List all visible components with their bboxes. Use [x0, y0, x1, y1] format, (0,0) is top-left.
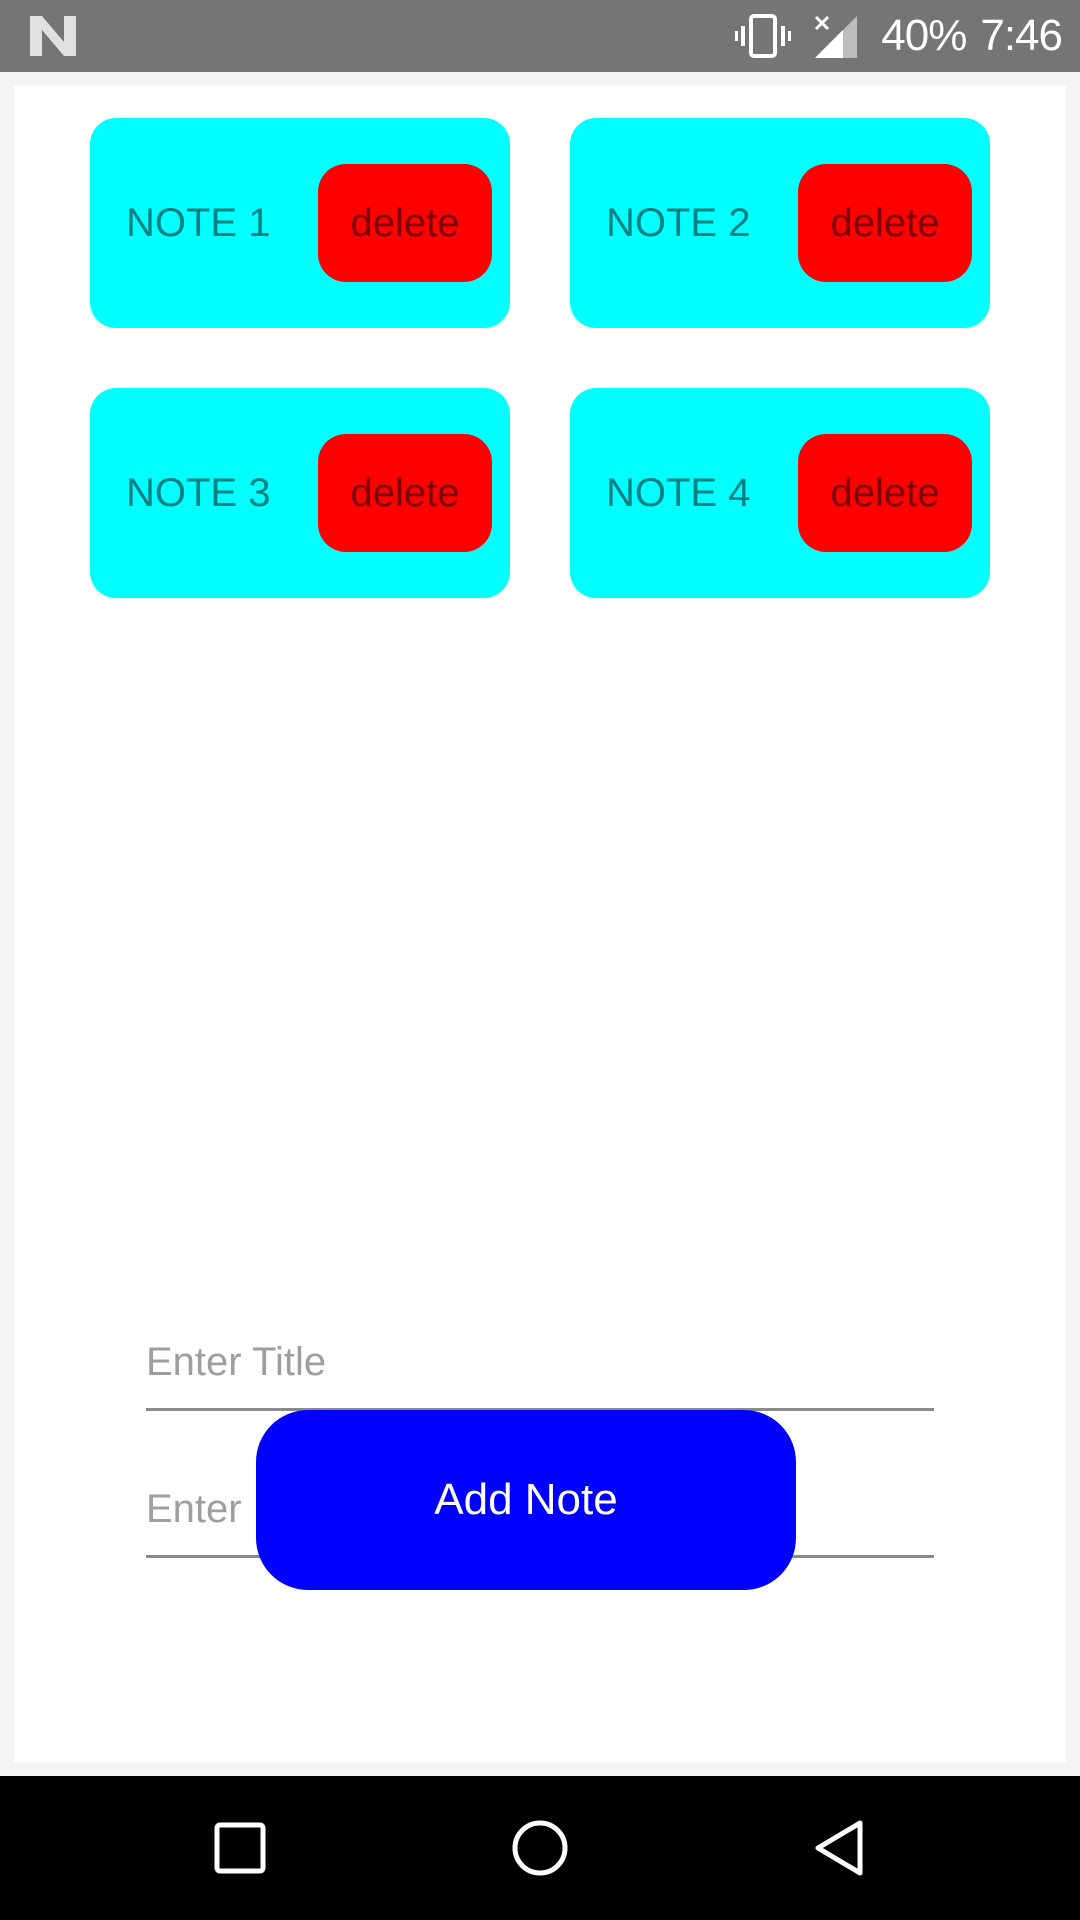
battery-percent: 40%	[881, 11, 967, 60]
note-title: NOTE 1	[126, 201, 271, 245]
title-input[interactable]	[146, 1322, 934, 1411]
navigation-bar	[0, 1776, 1080, 1920]
vibrate-icon	[735, 14, 792, 58]
back-icon[interactable]	[810, 1818, 870, 1878]
add-note-button[interactable]: Add Note	[256, 1410, 796, 1590]
delete-button[interactable]: delete	[318, 434, 492, 552]
note-card[interactable]: NOTE 1 delete	[90, 118, 510, 328]
status-icons: 40% 7:46	[735, 0, 1063, 72]
note-title: NOTE 3	[126, 471, 271, 515]
delete-button[interactable]: delete	[798, 164, 972, 282]
clock: 7:46	[980, 11, 1063, 60]
note-card[interactable]: NOTE 3 delete	[90, 388, 510, 598]
delete-button[interactable]: delete	[318, 164, 492, 282]
delete-button[interactable]: delete	[798, 434, 972, 552]
status-bar: 40% 7:46	[0, 0, 1080, 72]
note-title: NOTE 2	[606, 201, 751, 245]
note-card[interactable]: NOTE 2 delete	[570, 118, 990, 328]
no-signal-icon	[815, 15, 858, 58]
home-icon[interactable]	[510, 1818, 570, 1878]
notification-n-icon	[30, 16, 76, 56]
recents-icon[interactable]	[210, 1818, 270, 1878]
note-title: NOTE 4	[606, 471, 751, 515]
note-card[interactable]: NOTE 4 delete	[570, 388, 990, 598]
